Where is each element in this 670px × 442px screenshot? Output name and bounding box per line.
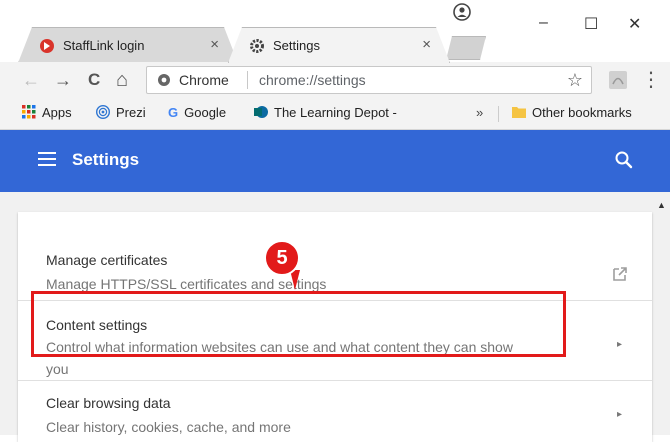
tab-close-icon[interactable]: × [422, 36, 431, 53]
chrome-menu-icon[interactable]: ⋮ [641, 70, 661, 90]
pdf-extension-icon[interactable] [608, 70, 628, 90]
bookmark-other[interactable]: Other bookmarks [512, 105, 632, 120]
settings-row-manage-certificates[interactable]: Manage certificates Manage HTTPS/SSL cer… [18, 232, 652, 300]
gear-icon [249, 38, 265, 54]
maximize-button[interactable]: ☐ [584, 14, 598, 34]
row-description: Manage HTTPS/SSL certificates and settin… [46, 276, 327, 292]
bookmark-prezi[interactable]: Prezi [96, 105, 146, 120]
sharepoint-icon [254, 106, 268, 118]
tab-title: Settings [273, 38, 320, 53]
apps-grid-icon [22, 105, 36, 119]
chrome-icon [158, 74, 170, 86]
bookmark-label: Prezi [116, 105, 146, 120]
google-g-icon: G [168, 105, 179, 120]
row-description-continued: you [46, 361, 69, 377]
new-tab-button[interactable] [446, 36, 486, 60]
prezi-icon [96, 105, 110, 119]
tab-close-icon[interactable]: × [210, 36, 219, 53]
bookmark-label: Apps [42, 105, 72, 120]
content-settings-highlight [31, 291, 566, 357]
folder-icon [512, 107, 526, 118]
address-bar[interactable]: Chrome chrome://settings ☆ [146, 66, 592, 94]
tab-title: StaffLink login [63, 38, 145, 53]
scroll-up-icon[interactable]: ▲ [657, 200, 666, 210]
bookmarks-overflow-button[interactable]: » [476, 105, 483, 120]
menu-icon[interactable] [38, 152, 56, 166]
close-window-button[interactable]: ✕ [628, 14, 641, 34]
bookmark-star-icon[interactable]: ☆ [567, 70, 583, 91]
browser-toolbar: ← → C ⌂ Chrome chrome://settings ☆ ⋮ [0, 62, 670, 98]
bookmark-google[interactable]: G Google [168, 105, 226, 120]
url-text[interactable]: chrome://settings [259, 72, 366, 88]
settings-header: Settings [0, 130, 670, 192]
settings-row-clear-browsing-data[interactable]: Clear browsing data Clear history, cooki… [18, 380, 652, 442]
back-button[interactable]: ← [22, 71, 40, 89]
bookmark-apps[interactable]: Apps [22, 105, 72, 120]
profile-icon[interactable] [452, 2, 472, 22]
search-icon[interactable] [614, 150, 634, 170]
external-link-icon[interactable] [612, 266, 628, 282]
minimize-button[interactable]: – [539, 14, 548, 32]
step-number-badge: 5 [264, 240, 300, 276]
page-title: Settings [72, 150, 140, 169]
chevron-right-icon[interactable]: ▸ [617, 409, 622, 420]
bookmark-label: Google [184, 105, 227, 120]
scrollbar[interactable]: ▲ [657, 200, 667, 435]
title-bar: StaffLink login × Settings × – ☐ ✕ [0, 0, 670, 62]
row-description: Clear history, cookies, cache, and more [46, 419, 291, 435]
omnibox-divider [247, 71, 248, 89]
chevron-right-icon[interactable]: ▸ [617, 339, 622, 350]
home-button[interactable]: ⌂ [116, 70, 128, 90]
forward-button[interactable]: → [54, 71, 72, 89]
tab-settings[interactable]: Settings × [228, 27, 450, 63]
bookmark-label: Other bookmarks [532, 105, 632, 120]
bookmarks-divider [498, 106, 499, 122]
bookmarks-bar: Apps Prezi G Google The Learning Depot - … [0, 98, 670, 130]
tab-stafflink-login[interactable]: StaffLink login × [18, 27, 238, 63]
bookmark-learning-depot[interactable]: The Learning Depot - [254, 105, 397, 120]
omnibox-chip: Chrome [179, 72, 229, 88]
row-title: Clear browsing data [46, 395, 171, 411]
bookmark-label: The Learning Depot - [274, 105, 397, 120]
reload-button[interactable]: C [88, 71, 100, 89]
stafflink-favicon-icon [39, 38, 55, 54]
row-title: Manage certificates [46, 252, 168, 268]
